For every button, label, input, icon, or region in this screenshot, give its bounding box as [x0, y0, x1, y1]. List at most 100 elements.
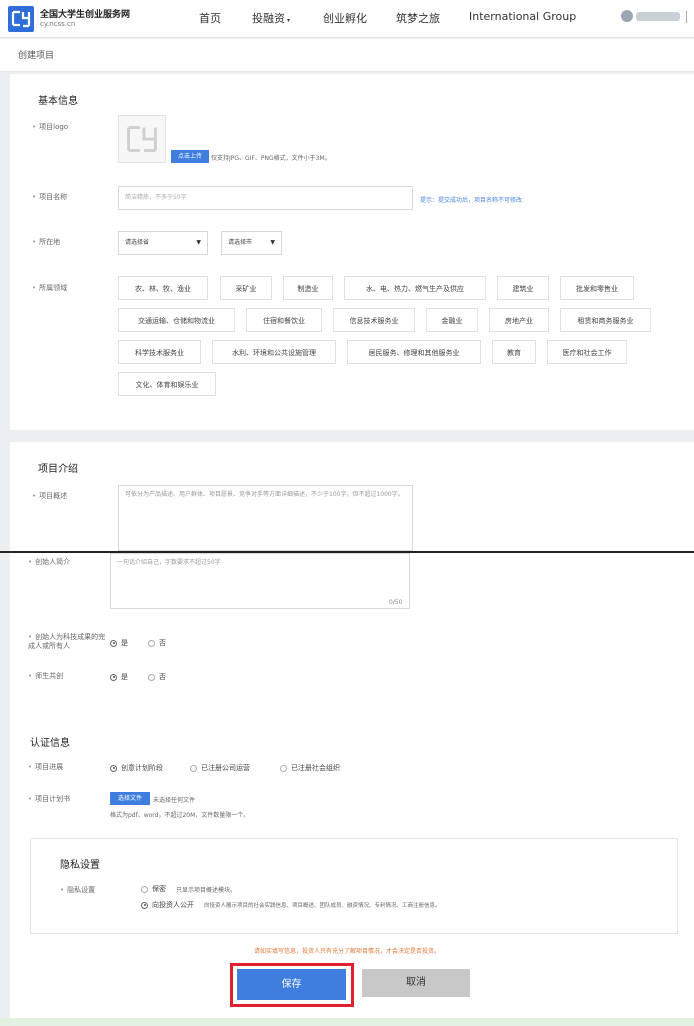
nav-international[interactable]: International Group [469, 10, 576, 23]
radio-dot [148, 639, 155, 647]
radio-dot [190, 764, 197, 772]
field-tag[interactable]: 居民服务、修理和其他服务业 [347, 340, 481, 364]
field-tag[interactable]: 住宿和餐饮业 [246, 308, 322, 332]
radio-dot [141, 885, 148, 893]
field-tag[interactable]: 制造业 [283, 276, 333, 300]
label-progress: • 项目进展 [28, 763, 63, 772]
label-business-plan: • 项目计划书 [28, 795, 70, 804]
field-tag[interactable]: 房地产业 [489, 308, 549, 332]
required-mark: • [32, 238, 37, 246]
required-mark: • [28, 558, 33, 566]
progress-org-label: 已注册社会组织 [291, 764, 340, 772]
overview-textarea[interactable]: 可依分为产品描述、用户群体、项目愿景、竞争对手等方面详细描述，不少于100字，但… [118, 485, 413, 551]
cancel-button[interactable]: 取消 [362, 969, 470, 997]
divider [686, 11, 687, 23]
field-tag[interactable]: 农、林、牧、渔业 [118, 276, 208, 300]
user-avatar[interactable] [621, 10, 633, 22]
label-privacy-text: 隐私设置 [67, 886, 96, 894]
field-tag[interactable]: 教育 [492, 340, 536, 364]
founder-textarea[interactable]: 一句话介绍自己，字数要求不超过50字 [110, 553, 410, 609]
nav-investment[interactable]: 投融资 ▾ [252, 10, 290, 26]
logo-glyph-icon [11, 10, 31, 28]
label-cocreate-text: 师生共创 [35, 672, 64, 680]
province-select[interactable]: 请选择省 ▼ [118, 231, 208, 255]
field-tag[interactable]: 医疗和社会工作 [547, 340, 627, 364]
project-name-input[interactable]: 简洁精炼，不多于50字 [118, 186, 413, 210]
file-format-hint: 格式为pdf、word，不超过20M，文件数量限一个。 [110, 812, 250, 819]
city-select[interactable]: 请选择市 ▼ [221, 231, 282, 255]
label-logo: • 项目logo [32, 123, 68, 132]
founder-char-counter: 0/50 [389, 599, 403, 606]
city-select-value: 请选择市 [228, 239, 253, 246]
cocreate-no-radio[interactable]: 否 [148, 672, 166, 682]
radio-dot [280, 764, 287, 772]
chevron-down-icon: ▾ [287, 17, 291, 24]
field-tag[interactable]: 信息技术服务业 [333, 308, 415, 332]
label-project-name-text: 项目名称 [39, 193, 68, 201]
field-tag[interactable]: 租赁和商务服务业 [560, 308, 651, 332]
privacy-public-desc: 向投资人展示项目的社会实践信息、项目概述、团队成员、融资情况、专利情况、工商注册… [204, 903, 441, 909]
radio-dot [110, 764, 117, 772]
nav-dream-journey[interactable]: 筑梦之旅 [396, 10, 440, 26]
required-mark: • [32, 492, 37, 500]
label-field: • 所属领域 [32, 284, 67, 293]
tech-owner-yes-radio[interactable]: 是 [110, 638, 128, 648]
project-name-hint: 提示：提交成功后，项目名称不可修改 [420, 197, 523, 204]
cocreate-no-label: 否 [159, 673, 166, 681]
label-cocreate: • 师生共创 [28, 672, 63, 681]
site-logo-icon[interactable] [8, 6, 34, 32]
save-button[interactable]: 保存 [237, 969, 346, 1000]
field-tag[interactable]: 批发和零售业 [560, 276, 634, 300]
field-tag[interactable]: 交通运输、仓储和物流业 [118, 308, 235, 332]
section-title-basic: 基本信息 [38, 96, 78, 107]
section-title-auth: 认证信息 [30, 738, 70, 749]
privacy-public-label: 向投资人公开 [152, 901, 194, 909]
field-tag[interactable]: 水利、环境和公共设施管理 [212, 340, 336, 364]
field-tag[interactable]: 文化、体育和娱乐业 [118, 372, 216, 396]
label-founder: • 创始人简介 [28, 558, 70, 567]
progress-company-radio[interactable]: 已注册公司运营 [190, 763, 250, 773]
radio-dot [110, 673, 117, 681]
privacy-confidential-radio[interactable]: 保密 只显示项目概述模块。 [141, 884, 236, 894]
label-business-plan-text: 项目计划书 [35, 795, 71, 803]
dropdown-arrow-icon: ▼ [196, 239, 201, 246]
field-tag[interactable]: 科学技术服务业 [118, 340, 201, 364]
tech-owner-no-radio[interactable]: 否 [148, 638, 166, 648]
radio-dot [148, 673, 155, 681]
label-project-name: • 项目名称 [32, 193, 67, 202]
privacy-public-radio[interactable]: 向投资人公开 向投资人展示项目的社会实践信息、项目概述、团队成员、融资情况、专利情… [141, 900, 441, 910]
label-progress-text: 项目进展 [35, 763, 64, 771]
progress-idea-label: 创意计划阶段 [121, 764, 163, 772]
page-title: 创建项目 [18, 51, 55, 61]
section-title-intro: 项目介绍 [38, 464, 78, 475]
field-tag[interactable]: 采矿业 [220, 276, 272, 300]
required-mark: • [32, 284, 37, 292]
cocreate-yes-radio[interactable]: 是 [110, 672, 128, 682]
breadcrumb-bar [0, 39, 694, 72]
progress-idea-radio[interactable]: 创意计划阶段 [110, 763, 163, 773]
user-name-blurred[interactable] [636, 12, 680, 21]
province-select-value: 请选择省 [125, 239, 150, 246]
cocreate-yes-label: 是 [121, 673, 128, 681]
required-mark: • [32, 123, 37, 131]
field-tag[interactable]: 金融业 [426, 308, 478, 332]
progress-org-radio[interactable]: 已注册社会组织 [280, 763, 340, 773]
basic-info-card [10, 74, 694, 430]
choose-file-button[interactable]: 选择文件 [110, 792, 150, 805]
label-founder-text: 创始人简介 [35, 558, 71, 566]
nav-home[interactable]: 首页 [199, 10, 221, 26]
radio-dot [110, 639, 117, 647]
nav-incubation[interactable]: 创业孵化 [323, 10, 367, 26]
field-tag[interactable]: 建筑业 [497, 276, 549, 300]
label-location: • 所在地 [32, 238, 60, 247]
field-tag[interactable]: 水、电、热力、燃气生产及供应 [344, 276, 486, 300]
privacy-settings-box [30, 838, 678, 934]
required-mark: • [28, 763, 33, 771]
privacy-confidential-label: 保密 [152, 885, 166, 893]
privacy-confidential-desc: 只显示项目概述模块。 [176, 886, 237, 894]
required-mark: • [28, 672, 33, 680]
dropdown-arrow-icon: ▼ [270, 239, 275, 246]
upload-logo-button[interactable]: 点击上传 [171, 150, 209, 163]
label-tech-owner-text: 创始人为科技成果的完成人或所有人 [28, 633, 106, 650]
logo-preview [118, 115, 166, 163]
